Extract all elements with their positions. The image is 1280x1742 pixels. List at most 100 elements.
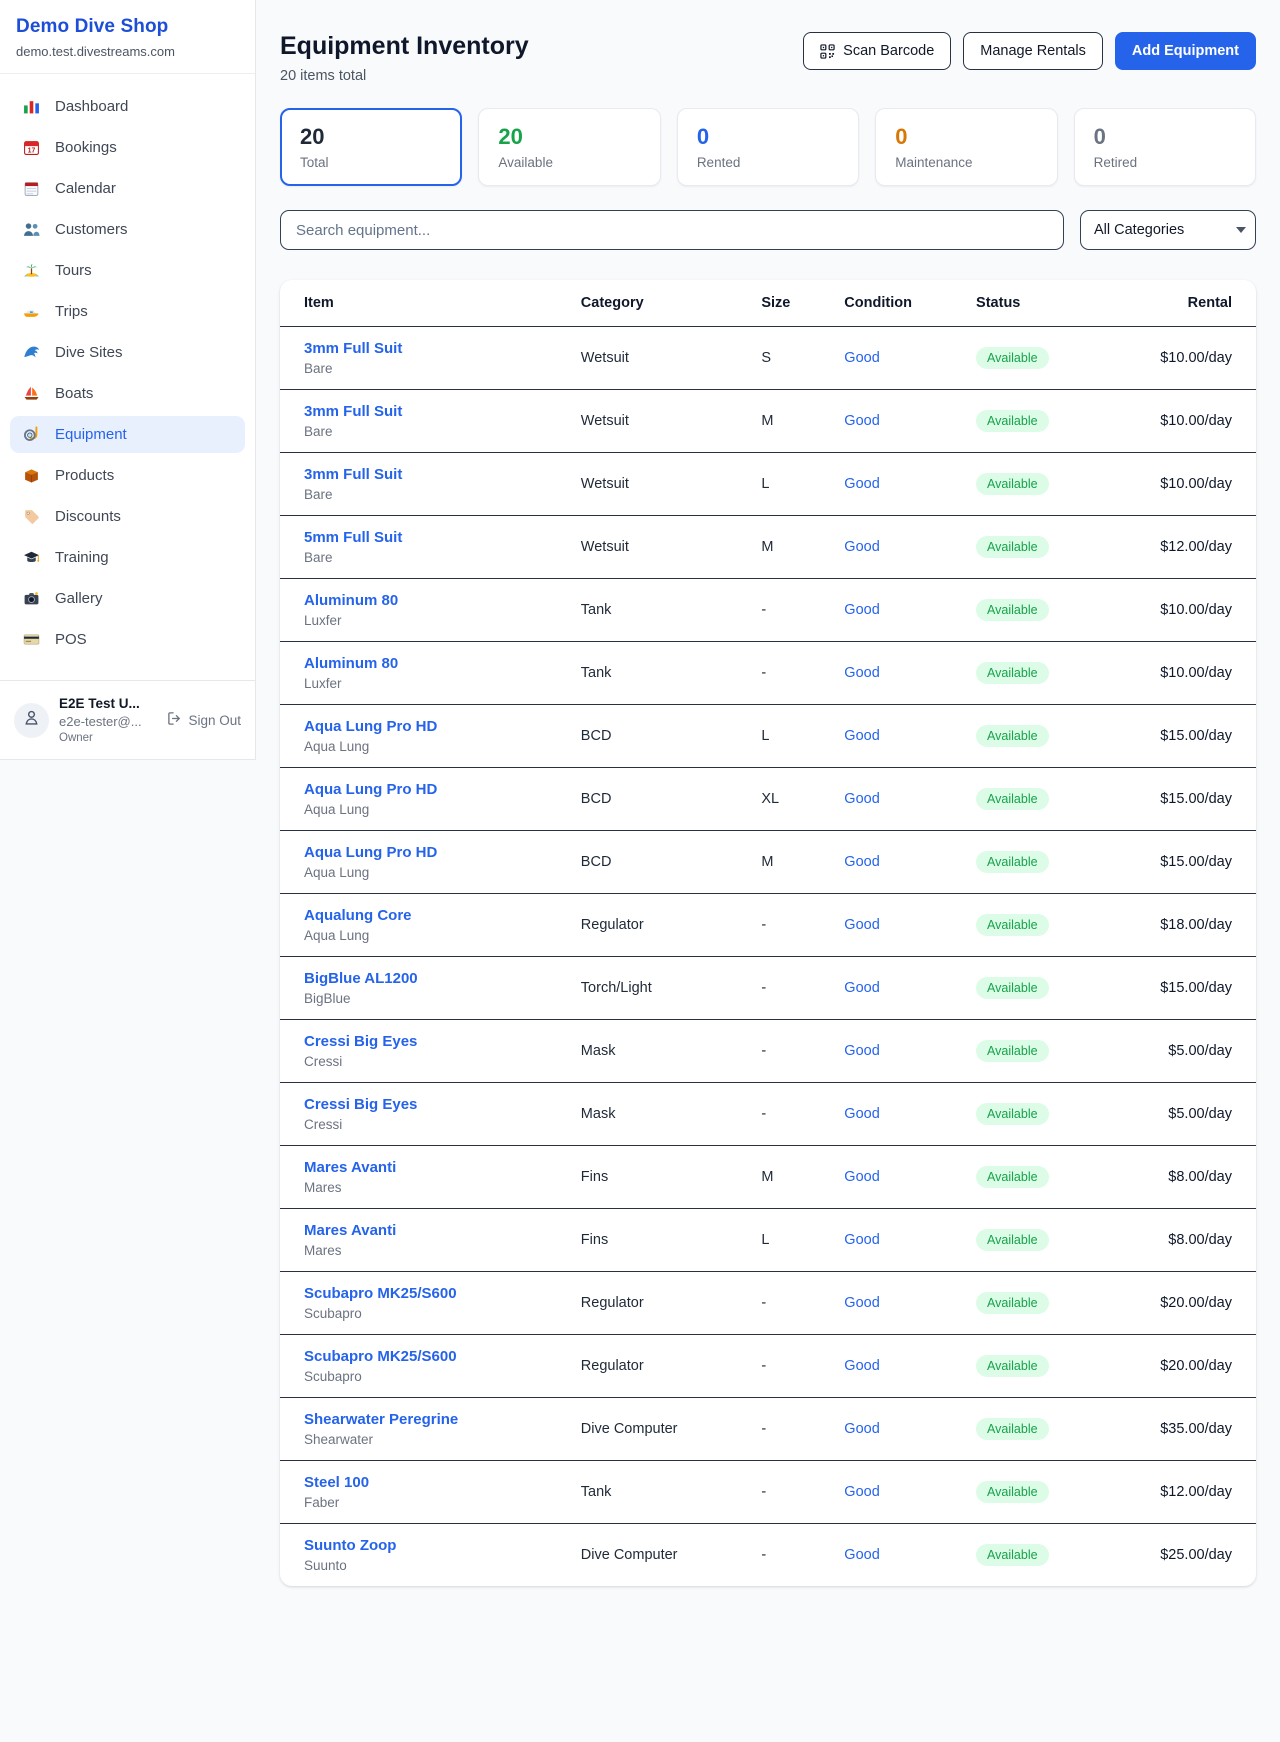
- sidebar-item-customers[interactable]: Customers: [10, 211, 245, 248]
- size-cell: -: [753, 1335, 836, 1398]
- sidebar-item-pos[interactable]: POS: [10, 621, 245, 658]
- condition-link[interactable]: Good: [844, 1169, 879, 1185]
- condition-link[interactable]: Good: [844, 1232, 879, 1248]
- column-header-size: Size: [753, 280, 836, 327]
- condition-link[interactable]: Good: [844, 413, 879, 429]
- item-name-link[interactable]: Mares Avanti: [304, 1159, 565, 1176]
- item-name-link[interactable]: Suunto Zoop: [304, 1537, 565, 1554]
- size-cell: L: [753, 705, 836, 768]
- sign-out-button[interactable]: Sign Out: [167, 711, 241, 729]
- sidebar-item-gallery[interactable]: Gallery: [10, 580, 245, 617]
- add-equipment-button[interactable]: Add Equipment: [1115, 32, 1256, 70]
- page-header: Equipment Inventory 20 items total Scan …: [280, 32, 1256, 84]
- table-row: Aluminum 80 Luxfer Tank - Good Available…: [280, 642, 1256, 705]
- status-badge: Available: [976, 1166, 1049, 1188]
- status-badge: Available: [976, 1103, 1049, 1125]
- item-name-link[interactable]: Mares Avanti: [304, 1222, 565, 1239]
- item-name-link[interactable]: Cressi Big Eyes: [304, 1096, 565, 1113]
- item-name-link[interactable]: 3mm Full Suit: [304, 340, 565, 357]
- user-email: e2e-tester@...: [59, 714, 157, 729]
- stat-card-available[interactable]: 20 Available: [478, 108, 660, 186]
- sidebar-item-tours[interactable]: Tours: [10, 252, 245, 289]
- condition-link[interactable]: Good: [844, 539, 879, 555]
- category-cell: Tank: [573, 579, 754, 642]
- scan-barcode-button[interactable]: Scan Barcode: [803, 32, 951, 70]
- condition-link[interactable]: Good: [844, 1547, 879, 1563]
- item-name-link[interactable]: Scubapro MK25/S600: [304, 1285, 565, 1302]
- sidebar-item-label: Boats: [55, 385, 93, 402]
- sidebar-item-equipment[interactable]: Equipment: [10, 416, 245, 453]
- size-cell: -: [753, 1461, 836, 1524]
- stat-card-retired[interactable]: 0 Retired: [1074, 108, 1256, 186]
- condition-link[interactable]: Good: [844, 728, 879, 744]
- rental-cell: $8.00/day: [1124, 1146, 1256, 1209]
- stat-card-total[interactable]: 20 Total: [280, 108, 462, 186]
- condition-link[interactable]: Good: [844, 350, 879, 366]
- user-info: E2E Test U... e2e-tester@... Owner: [59, 696, 157, 744]
- sidebar-item-boats[interactable]: Boats: [10, 375, 245, 412]
- diving-mask-icon: [23, 426, 42, 443]
- item-name-link[interactable]: BigBlue AL1200: [304, 970, 565, 987]
- item-name-link[interactable]: Scubapro MK25/S600: [304, 1348, 565, 1365]
- item-name-link[interactable]: Aqua Lung Pro HD: [304, 844, 565, 861]
- rental-cell: $20.00/day: [1124, 1272, 1256, 1335]
- item-name-link[interactable]: Steel 100: [304, 1474, 565, 1491]
- stats-row: 20 Total 20 Available 0 Rented 0 Mainten…: [280, 108, 1256, 186]
- item-name-link[interactable]: Shearwater Peregrine: [304, 1411, 565, 1428]
- customers-icon: [23, 221, 42, 238]
- condition-link[interactable]: Good: [844, 1484, 879, 1500]
- item-name-link[interactable]: Cressi Big Eyes: [304, 1033, 565, 1050]
- equipment-table: Item Category Size Condition Status Rent…: [280, 280, 1256, 1586]
- item-name-link[interactable]: Aqua Lung Pro HD: [304, 781, 565, 798]
- item-brand: Aqua Lung: [304, 865, 565, 880]
- sidebar-item-dashboard[interactable]: Dashboard: [10, 88, 245, 125]
- condition-link[interactable]: Good: [844, 1106, 879, 1122]
- table-row: BigBlue AL1200 BigBlue Torch/Light - Goo…: [280, 957, 1256, 1020]
- sidebar-item-products[interactable]: Products: [10, 457, 245, 494]
- item-name-link[interactable]: Aluminum 80: [304, 592, 565, 609]
- status-badge: Available: [976, 599, 1049, 621]
- status-badge: Available: [976, 1418, 1049, 1440]
- brand-title[interactable]: Demo Dive Shop: [16, 16, 239, 38]
- item-brand: BigBlue: [304, 991, 565, 1006]
- sidebar-item-bookings[interactable]: 17 Bookings: [10, 129, 245, 166]
- equipment-table-card: Item Category Size Condition Status Rent…: [280, 280, 1256, 1586]
- item-name-link[interactable]: 3mm Full Suit: [304, 466, 565, 483]
- item-brand: Scubapro: [304, 1369, 565, 1384]
- item-name-link[interactable]: Aqualung Core: [304, 907, 565, 924]
- sidebar-item-trips[interactable]: Trips: [10, 293, 245, 330]
- sidebar-item-training[interactable]: Training: [10, 539, 245, 576]
- sidebar-item-discounts[interactable]: Discounts: [10, 498, 245, 535]
- condition-link[interactable]: Good: [844, 1358, 879, 1374]
- stat-label: Retired: [1094, 155, 1236, 170]
- table-row: Aqua Lung Pro HD Aqua Lung BCD M Good Av…: [280, 831, 1256, 894]
- condition-link[interactable]: Good: [844, 1295, 879, 1311]
- item-name-link[interactable]: Aluminum 80: [304, 655, 565, 672]
- stat-label: Rented: [697, 155, 839, 170]
- manage-rentals-button[interactable]: Manage Rentals: [963, 32, 1103, 70]
- stat-card-rented[interactable]: 0 Rented: [677, 108, 859, 186]
- search-input[interactable]: [280, 210, 1064, 250]
- sidebar-item-calendar[interactable]: Calendar: [10, 170, 245, 207]
- condition-link[interactable]: Good: [844, 1043, 879, 1059]
- stat-card-maintenance[interactable]: 0 Maintenance: [875, 108, 1057, 186]
- condition-link[interactable]: Good: [844, 1421, 879, 1437]
- stat-value: 0: [697, 124, 839, 150]
- item-name-link[interactable]: 5mm Full Suit: [304, 529, 565, 546]
- sidebar-nav: Dashboard 17 Bookings Calendar Customers…: [0, 74, 255, 672]
- user-block: E2E Test U... e2e-tester@... Owner Sign …: [0, 680, 255, 759]
- condition-link[interactable]: Good: [844, 980, 879, 996]
- condition-link[interactable]: Good: [844, 665, 879, 681]
- table-row: Cressi Big Eyes Cressi Mask - Good Avail…: [280, 1020, 1256, 1083]
- condition-link[interactable]: Good: [844, 476, 879, 492]
- sidebar-item-dive-sites[interactable]: Dive Sites: [10, 334, 245, 371]
- condition-link[interactable]: Good: [844, 917, 879, 933]
- category-select[interactable]: All Categories: [1080, 210, 1256, 250]
- sidebar-item-label: Gallery: [55, 590, 103, 607]
- condition-link[interactable]: Good: [844, 854, 879, 870]
- condition-link[interactable]: Good: [844, 602, 879, 618]
- status-badge: Available: [976, 1355, 1049, 1377]
- item-name-link[interactable]: 3mm Full Suit: [304, 403, 565, 420]
- item-name-link[interactable]: Aqua Lung Pro HD: [304, 718, 565, 735]
- condition-link[interactable]: Good: [844, 791, 879, 807]
